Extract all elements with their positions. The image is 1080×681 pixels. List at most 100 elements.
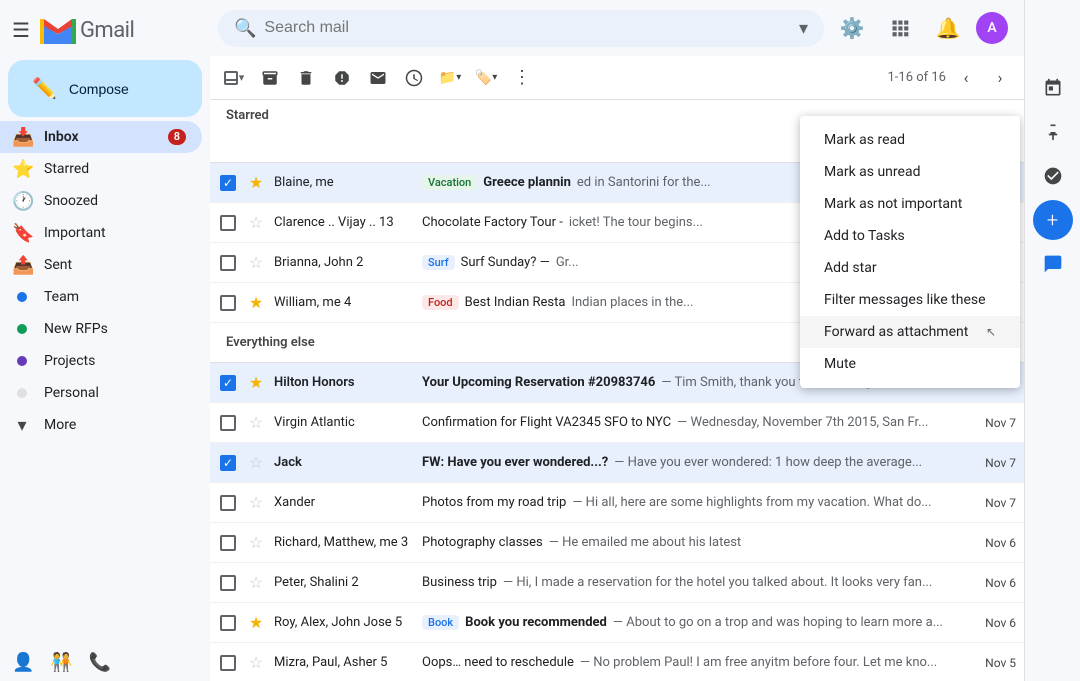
- sidebar-item-new-rfps[interactable]: New RFPs: [0, 313, 202, 345]
- row-checkbox[interactable]: ✓: [218, 453, 238, 473]
- row-checkbox[interactable]: [218, 253, 238, 273]
- email-row[interactable]: ☆ Xander Photos from my road trip — Hi a…: [210, 483, 1024, 523]
- row-star[interactable]: ★: [246, 293, 266, 313]
- sender-name: Roy, Alex, John Jose 5: [274, 615, 414, 630]
- mark-unread-icon[interactable]: [362, 62, 394, 94]
- next-page-icon[interactable]: ›: [984, 62, 1016, 94]
- row-star[interactable]: ★: [246, 613, 266, 633]
- chat-right-icon[interactable]: [1033, 244, 1073, 284]
- contacts-icon[interactable]: 🧑‍🤝‍🧑: [50, 652, 72, 673]
- row-star[interactable]: ☆: [246, 413, 266, 433]
- important-icon: 🔖: [12, 223, 32, 244]
- row-star[interactable]: ☆: [246, 213, 266, 233]
- avatar[interactable]: A: [976, 12, 1008, 44]
- row-star[interactable]: ☆: [246, 453, 266, 473]
- select-all-checkbox[interactable]: ▾: [218, 62, 250, 94]
- sidebar-item-inbox[interactable]: 📥 Inbox 8: [0, 121, 202, 153]
- more-chevron-icon: ▾: [12, 415, 32, 436]
- context-menu-item-mark-read[interactable]: Mark as read: [800, 124, 1020, 156]
- row-star[interactable]: ☆: [246, 533, 266, 553]
- sidebar-item-important[interactable]: 🔖 Important: [0, 217, 202, 249]
- email-time: Nov 6: [985, 616, 1016, 630]
- delete-icon[interactable]: [290, 62, 322, 94]
- email-time: Nov 6: [985, 536, 1016, 550]
- row-checkbox[interactable]: [218, 533, 238, 553]
- compose-button[interactable]: ✏️ Compose: [8, 60, 202, 117]
- compose-plus-icon: ✏️: [32, 76, 57, 101]
- calendar-right-icon[interactable]: [1033, 68, 1073, 108]
- email-content: Oops… need to reschedule — No problem Pa…: [422, 655, 969, 670]
- search-input[interactable]: [264, 19, 791, 37]
- sidebar-item-starred[interactable]: ⭐ Starred: [0, 153, 202, 185]
- email-row[interactable]: ✓ ☆ Jack FW: Have you ever wondered...? …: [210, 443, 1024, 483]
- sidebar-item-personal[interactable]: Personal: [0, 377, 202, 409]
- sender-name: Xander: [274, 495, 414, 510]
- row-checkbox[interactable]: ✓: [218, 173, 238, 193]
- search-box[interactable]: 🔍 ▾: [218, 10, 824, 47]
- sidebar-item-projects[interactable]: Projects: [0, 345, 202, 377]
- row-checkbox[interactable]: [218, 493, 238, 513]
- add-right-icon[interactable]: +: [1033, 200, 1073, 240]
- toolbar-right: 1-16 of 16 ‹ ›: [887, 62, 1016, 94]
- account-icon[interactable]: 👤: [12, 652, 34, 673]
- notifications-icon[interactable]: 🔔: [928, 8, 968, 48]
- search-chevron-icon[interactable]: ▾: [799, 18, 808, 39]
- email-row[interactable]: ☆ Richard, Matthew, me 3 Photography cla…: [210, 523, 1024, 563]
- archive-icon[interactable]: [254, 62, 286, 94]
- phone-icon[interactable]: 📞: [89, 652, 111, 673]
- settings-icon[interactable]: ⚙️: [832, 8, 872, 48]
- keep-right-icon[interactable]: [1033, 112, 1073, 152]
- prev-page-icon[interactable]: ‹: [950, 62, 982, 94]
- sidebar-item-more[interactable]: ▾ More: [0, 409, 202, 441]
- context-menu-item-mute[interactable]: Mute: [800, 348, 1020, 380]
- topbar-right: ⚙️ 🔔 A: [832, 8, 1008, 48]
- sender-name: Clarence .. Vijay .. 13: [274, 215, 414, 230]
- context-menu-item-filter-messages[interactable]: Filter messages like these: [800, 284, 1020, 316]
- row-checkbox[interactable]: [218, 413, 238, 433]
- sidebar-item-sent[interactable]: 📤 Sent: [0, 249, 202, 281]
- email-subject: Business trip: [422, 575, 497, 590]
- sent-icon: 📤: [12, 255, 32, 276]
- hamburger-icon[interactable]: ☰: [12, 18, 30, 42]
- row-checkbox[interactable]: [218, 573, 238, 593]
- email-subject: Oops… need to reschedule: [422, 655, 574, 670]
- sidebar-item-snoozed[interactable]: 🕐 Snoozed: [0, 185, 202, 217]
- sender-name: Mizra, Paul, Asher 5: [274, 655, 414, 670]
- row-checkbox[interactable]: [218, 213, 238, 233]
- row-star[interactable]: ☆: [246, 573, 266, 593]
- more-actions-icon[interactable]: ⋮: [506, 62, 538, 94]
- email-subject: Photos from my road trip: [422, 495, 566, 510]
- email-preview: — He emailed me about his latest: [549, 535, 969, 550]
- report-spam-icon[interactable]: [326, 62, 358, 94]
- row-star[interactable]: ☆: [246, 493, 266, 513]
- context-menu-item-add-star[interactable]: Add star: [800, 252, 1020, 284]
- email-preview: — No problem Paul! I am free anyitm befo…: [580, 655, 969, 670]
- row-star[interactable]: ☆: [246, 653, 266, 673]
- email-row[interactable]: ☆ Mizra, Paul, Asher 5 Oops… need to res…: [210, 643, 1024, 681]
- search-icon: 🔍: [234, 18, 256, 39]
- sidebar-item-team[interactable]: Team: [0, 281, 202, 313]
- row-checkbox[interactable]: [218, 653, 238, 673]
- context-menu-item-mark-not-important[interactable]: Mark as not important: [800, 188, 1020, 220]
- tasks-right-icon[interactable]: [1033, 156, 1073, 196]
- row-checkbox[interactable]: [218, 293, 238, 313]
- context-menu-item-forward-attachment[interactable]: Forward as attachment ↖: [800, 316, 1020, 348]
- row-star[interactable]: ★: [246, 173, 266, 193]
- label-icon[interactable]: 🏷️▾: [470, 62, 502, 94]
- row-checkbox[interactable]: [218, 613, 238, 633]
- row-checkbox[interactable]: ✓: [218, 373, 238, 393]
- row-star[interactable]: ★: [246, 373, 266, 393]
- apps-icon[interactable]: [880, 8, 920, 48]
- email-content: Business trip — Hi, I made a reservation…: [422, 575, 969, 590]
- context-menu-item-mark-unread[interactable]: Mark as unread: [800, 156, 1020, 188]
- email-row[interactable]: ★ Roy, Alex, John Jose 5 Book Book you r…: [210, 603, 1024, 643]
- everything-section-label: Everything else: [226, 335, 315, 350]
- email-tag: Food: [422, 295, 459, 310]
- move-to-icon[interactable]: 📁▾: [434, 62, 466, 94]
- email-row[interactable]: ☆ Virgin Atlantic Confirmation for Fligh…: [210, 403, 1024, 443]
- row-star[interactable]: ☆: [246, 253, 266, 273]
- context-menu-item-add-tasks[interactable]: Add to Tasks: [800, 220, 1020, 252]
- email-row[interactable]: ☆ Peter, Shalini 2 Business trip — Hi, I…: [210, 563, 1024, 603]
- sidebar-item-label: Snoozed: [44, 193, 186, 209]
- snooze-icon[interactable]: [398, 62, 430, 94]
